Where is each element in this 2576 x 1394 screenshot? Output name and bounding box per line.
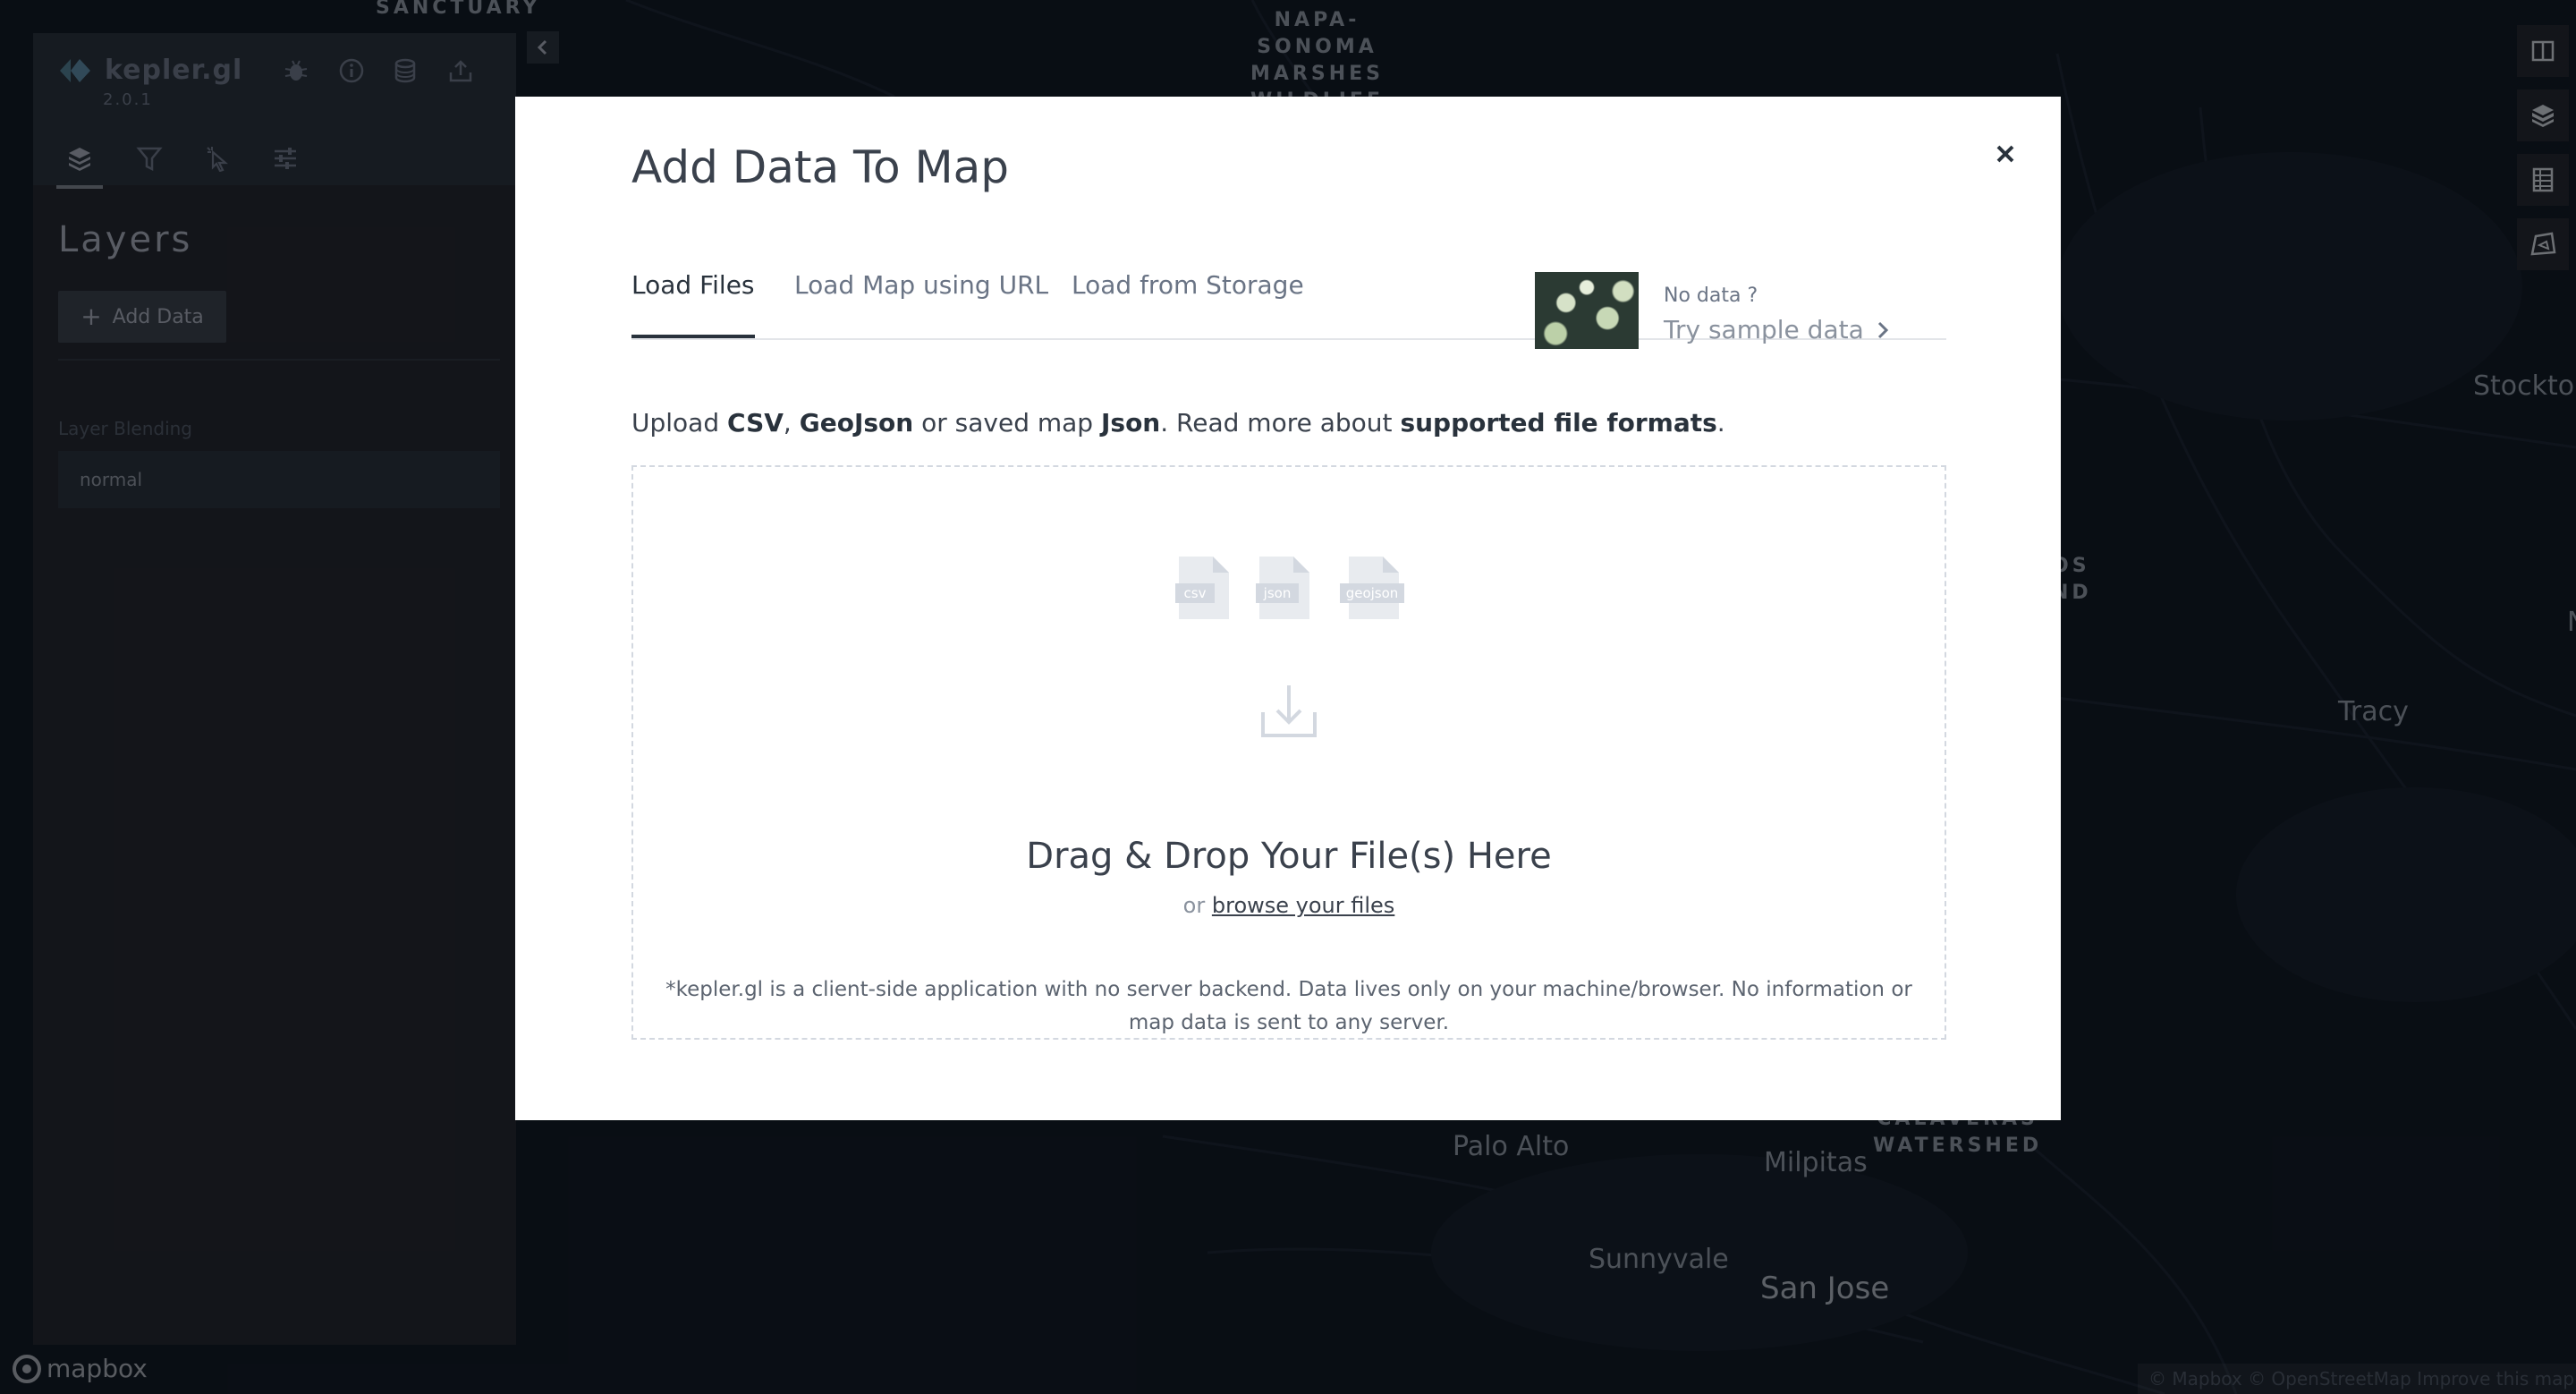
file-dropzone[interactable]: csv json geojson Drag & Drop Your File(s… [631, 465, 1946, 1040]
upload-end: . [1716, 408, 1725, 438]
sample-data-thumbnail[interactable] [1535, 272, 1639, 349]
tab-load-map-url[interactable]: Load Map using URL [794, 233, 1048, 336]
csv-file-icon: csv [1175, 555, 1233, 625]
upload-read-more: . Read more about [1160, 408, 1401, 438]
format-geojson: GeoJson [799, 408, 914, 438]
try-sample-data-link[interactable]: Try sample data [1664, 315, 1889, 344]
close-button[interactable] [1986, 134, 2025, 174]
or-label: or [1182, 893, 1206, 918]
file-type-label: csv [1184, 585, 1207, 601]
add-data-modal: Add Data To Map Load Files Load Map usin… [515, 97, 2061, 1120]
json-file-icon: json [1256, 555, 1313, 625]
format-csv: CSV [727, 408, 784, 438]
upload-description: Upload CSV, GeoJson or saved map Json. R… [631, 408, 1725, 438]
upload-prefix: Upload [631, 408, 728, 438]
file-type-label: geojson [1346, 585, 1399, 601]
close-icon [1996, 145, 2014, 163]
chevron-right-icon [1877, 321, 1888, 338]
supported-formats-link[interactable]: supported file formats [1400, 408, 1716, 438]
upload-comma: , [783, 408, 800, 438]
modal-tabs: Load Files Load Map using URL Load from … [631, 233, 1946, 349]
drop-title: Drag & Drop Your File(s) Here [1026, 836, 1552, 877]
geojson-file-icon: geojson [1336, 555, 1408, 625]
download-icon [1259, 682, 1318, 744]
tab-load-storage[interactable]: Load from Storage [1072, 233, 1304, 336]
no-data-label: No data ? [1664, 285, 1758, 307]
try-sample-data-label: Try sample data [1664, 315, 1864, 344]
browse-row: or browse your files [633, 893, 1945, 918]
upload-middle: or saved map [913, 408, 1101, 438]
browse-files-link[interactable]: browse your files [1212, 893, 1394, 918]
privacy-disclaimer: *kepler.gl is a client-side application … [665, 978, 1912, 1034]
file-type-label: json [1263, 585, 1292, 601]
tab-load-files[interactable]: Load Files [631, 233, 755, 338]
modal-title: Add Data To Map [631, 141, 1010, 193]
format-json: Json [1100, 408, 1161, 438]
